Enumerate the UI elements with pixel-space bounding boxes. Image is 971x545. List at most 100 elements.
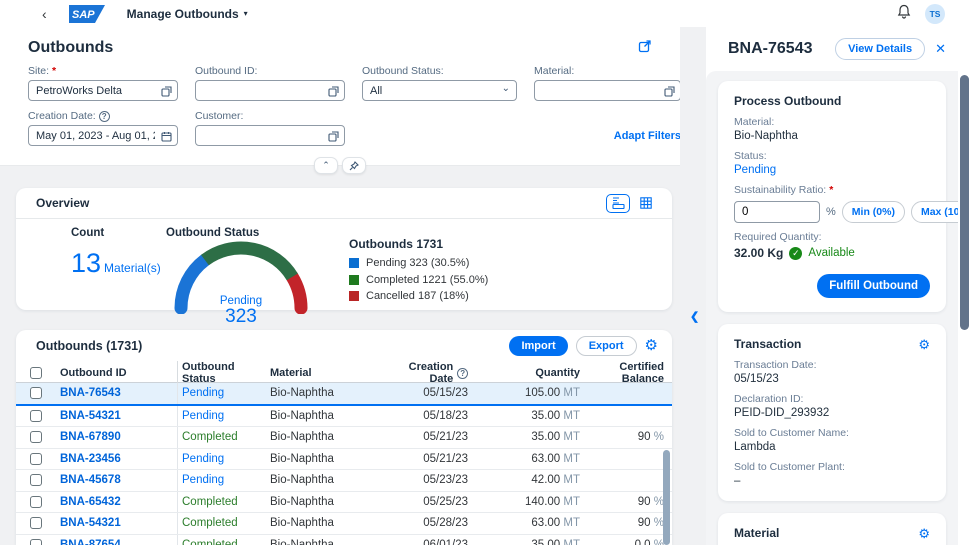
transaction-field: Sold to Customer Name:Lambda <box>734 427 930 453</box>
fulfill-outbound-button[interactable]: Fulfill Outbound <box>817 274 930 298</box>
outbound-id-input[interactable] <box>195 80 345 101</box>
cell-material: Bio-Naphtha <box>266 453 380 465</box>
table-row[interactable]: BNA-54321CompletedBio-Naphtha05/28/2363.… <box>16 513 672 535</box>
adapt-filters-link[interactable]: Adapt Filters <box>614 130 681 146</box>
panel-splitter: ❮ <box>680 27 706 545</box>
column-certified-balance[interactable]: Certified Balance <box>588 361 672 385</box>
cell-material: Bio-Naphtha <box>266 431 380 443</box>
chevron-down-icon[interactable]: ⌄ <box>502 83 510 94</box>
column-creation-date[interactable]: Creation Date? <box>380 361 476 385</box>
material-settings-gear-icon[interactable]: ⚙ <box>918 527 930 540</box>
cell-outbound-status: Pending <box>178 474 266 486</box>
transaction-field: Declaration ID:PEID-DID_293932 <box>734 393 930 419</box>
back-button[interactable]: ‹ <box>34 6 55 22</box>
count-value: 13 <box>71 248 101 278</box>
cell-outbound-id[interactable]: BNA-87654 <box>56 535 178 545</box>
cell-outbound-id[interactable]: BNA-45678 <box>56 470 178 491</box>
cell-outbound-id[interactable]: BNA-67890 <box>56 427 178 448</box>
table-row[interactable]: BNA-76543PendingBio-Naphtha05/15/23105.0… <box>16 383 672 406</box>
import-button[interactable]: Import <box>509 336 567 356</box>
cell-material: Bio-Naphtha <box>266 517 380 529</box>
table-view-toggle[interactable] <box>634 194 658 213</box>
table-settings-gear-icon[interactable]: ⚙ <box>645 338 658 353</box>
material-field-value: Bio-Naphtha <box>734 130 930 142</box>
transaction-settings-gear-icon[interactable]: ⚙ <box>918 338 930 351</box>
creation-date-input[interactable] <box>28 125 178 146</box>
calendar-icon[interactable] <box>161 129 172 147</box>
table-scrollbar-thumb[interactable] <box>663 450 670 545</box>
cell-outbound-id[interactable]: BNA-65432 <box>56 492 178 513</box>
min-button[interactable]: Min (0%) <box>842 201 905 223</box>
cell-outbound-id[interactable]: BNA-23456 <box>56 449 178 470</box>
page-scrollbar-thumb[interactable] <box>960 75 969 330</box>
expand-panel-chevron-icon[interactable]: ❮ <box>690 310 699 323</box>
max-button[interactable]: Max (100%) <box>911 201 958 223</box>
row-checkbox[interactable] <box>30 474 42 486</box>
help-icon[interactable]: ? <box>99 111 110 122</box>
column-outbound-id[interactable]: Outbound ID <box>56 361 178 385</box>
field-label: Sold to Customer Name: <box>734 427 930 439</box>
shell-bar: ‹ SAP Manage Outbounds ▾ TS <box>0 0 971 27</box>
cell-material: Bio-Naphtha <box>266 539 380 545</box>
table-row[interactable]: BNA-54321PendingBio-Naphtha05/18/2335.00… <box>16 406 672 428</box>
row-checkbox[interactable] <box>30 387 42 399</box>
column-material[interactable]: Material <box>266 367 380 379</box>
row-checkbox[interactable] <box>30 539 42 545</box>
collapse-filter-bar-button[interactable]: ⌃ <box>314 157 338 174</box>
app-title[interactable]: Manage Outbounds <box>127 7 239 21</box>
site-input[interactable] <box>28 80 178 101</box>
table-row[interactable]: BNA-87654CompletedBio-Naphtha06/01/2335.… <box>16 535 672 545</box>
row-checkbox[interactable] <box>30 496 42 508</box>
select-all-checkbox[interactable] <box>30 367 42 379</box>
cell-material: Bio-Naphtha <box>266 496 380 508</box>
material-card: Material ⚙ Certification Standard: <box>718 513 946 545</box>
transaction-fields: Transaction Date:05/15/23Declaration ID:… <box>734 359 930 487</box>
value-help-icon[interactable] <box>328 84 339 102</box>
row-checkbox[interactable] <box>30 431 42 443</box>
table-header-row: Outbound ID Outbound Status Material Cre… <box>16 361 672 383</box>
table-row[interactable]: BNA-67890CompletedBio-Naphtha05/21/2335.… <box>16 427 672 449</box>
cell-creation-date: 05/15/23 <box>380 387 476 399</box>
close-panel-icon[interactable]: ✕ <box>935 41 946 57</box>
gauge-legend: Outbounds 1731 Pending 323 (30.5%)Comple… <box>349 225 488 310</box>
row-checkbox[interactable] <box>30 517 42 529</box>
filter-customer: Customer: <box>195 110 345 146</box>
material-input[interactable] <box>534 80 681 101</box>
outbound-status-select[interactable] <box>362 80 517 101</box>
table-row[interactable]: BNA-65432CompletedBio-Naphtha05/25/23140… <box>16 492 672 514</box>
help-icon[interactable]: ? <box>457 368 468 379</box>
svg-text:SAP: SAP <box>72 9 95 21</box>
column-quantity[interactable]: Quantity <box>476 367 588 379</box>
page-scrollbar[interactable] <box>958 27 971 545</box>
cell-outbound-id[interactable]: BNA-54321 <box>56 406 178 427</box>
customer-input[interactable] <box>195 125 345 146</box>
cell-creation-date: 05/23/23 <box>380 474 476 486</box>
material-field-label: Material: <box>734 116 930 128</box>
gauge-legend-items: Pending 323 (30.5%)Completed 1221 (55.0%… <box>349 257 488 302</box>
row-checkbox[interactable] <box>30 410 42 422</box>
cell-outbound-status: Completed <box>178 517 266 529</box>
export-button[interactable]: Export <box>576 336 637 356</box>
column-outbound-status[interactable]: Outbound Status <box>178 361 266 385</box>
row-checkbox[interactable] <box>30 453 42 465</box>
field-value: – <box>734 475 930 487</box>
notifications-bell-icon[interactable] <box>897 4 911 24</box>
count-unit: Material(s) <box>104 261 161 275</box>
cell-outbound-id[interactable]: BNA-76543 <box>56 383 178 404</box>
transaction-field: Sold to Customer Plant:– <box>734 461 930 487</box>
value-help-icon[interactable] <box>664 84 675 102</box>
cell-outbound-id[interactable]: BNA-54321 <box>56 513 178 534</box>
outbound-status-label: Outbound Status: <box>362 65 517 77</box>
share-icon[interactable] <box>638 39 652 58</box>
sustainability-ratio-input[interactable] <box>734 201 820 223</box>
value-help-icon[interactable] <box>161 84 172 102</box>
table-row[interactable]: BNA-45678PendingBio-Naphtha05/23/2342.00… <box>16 470 672 492</box>
value-help-icon[interactable] <box>328 129 339 147</box>
app-title-caret-icon[interactable]: ▾ <box>244 9 248 18</box>
user-avatar[interactable]: TS <box>925 4 945 24</box>
table-row[interactable]: BNA-23456PendingBio-Naphtha05/21/2363.00… <box>16 449 672 471</box>
legend-label: Pending 323 (30.5%) <box>366 257 469 269</box>
chart-view-toggle[interactable] <box>606 194 630 213</box>
pin-filter-bar-button[interactable] <box>342 157 366 174</box>
view-details-button[interactable]: View Details <box>835 38 925 60</box>
